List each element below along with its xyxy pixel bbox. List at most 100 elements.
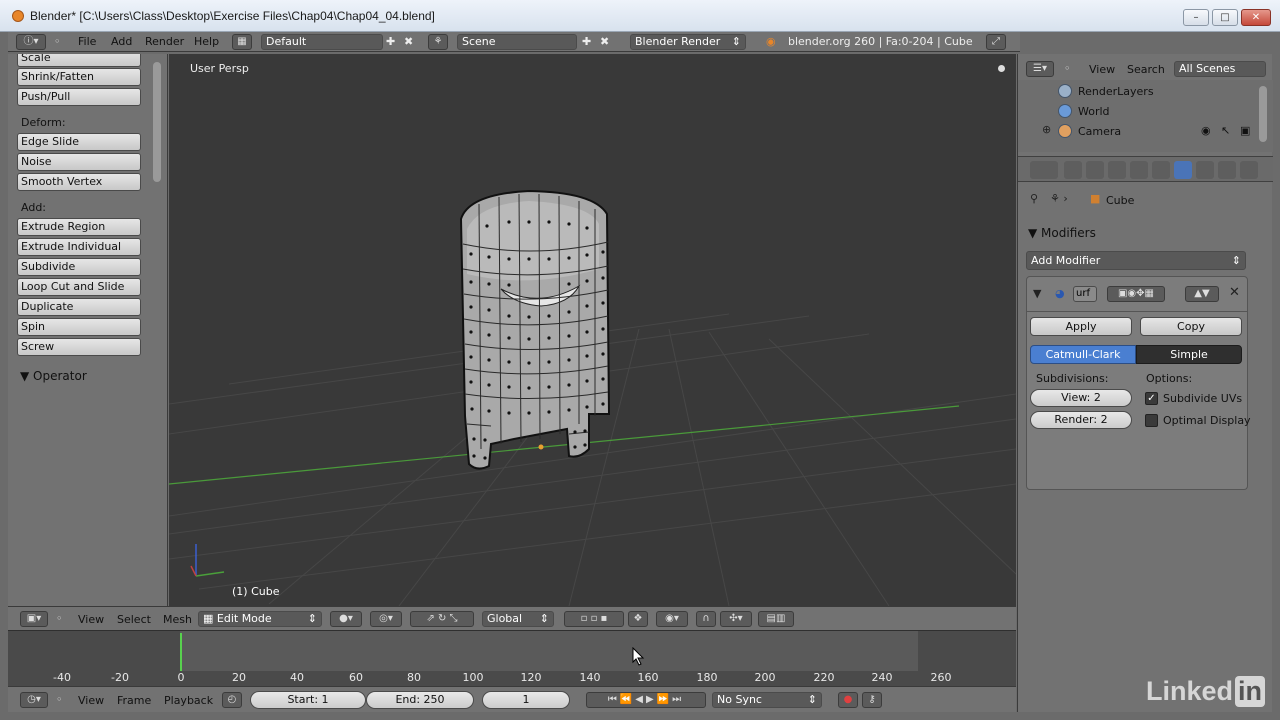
operator-panel-header[interactable]: ▼ Operator [8, 365, 158, 387]
add-scene-icon[interactable]: ✚ [582, 35, 591, 49]
tool-loop-cut-button[interactable]: Loop Cut and Slide [17, 278, 141, 296]
outliner-item-world[interactable]: World [1078, 105, 1110, 118]
view-levels-field[interactable]: View: 2 [1030, 389, 1132, 407]
menu-frame[interactable]: Frame [117, 694, 151, 707]
simple-option[interactable]: Simple [1136, 345, 1242, 364]
expand-plus-icon[interactable]: ⊕ [1042, 123, 1051, 137]
render-levels-field[interactable]: Render: 2 [1030, 411, 1132, 429]
close-button[interactable]: ✕ [1241, 9, 1271, 26]
outliner-filter-select[interactable]: All Scenes [1174, 61, 1266, 77]
end-frame-field[interactable]: End: 250 [366, 691, 474, 709]
editor-type-info-icon[interactable]: ⓘ▾ [16, 34, 46, 50]
copy-button[interactable]: Copy [1140, 317, 1242, 336]
optimal-display-checkbox[interactable] [1145, 414, 1158, 427]
collapse-menu-icon[interactable]: ◦ [56, 612, 63, 626]
3d-viewport[interactable]: User Persp (1) Cube [169, 54, 1016, 606]
preview-range-icon[interactable]: ◴ [222, 692, 242, 708]
tab-texture[interactable] [1240, 161, 1258, 179]
tab-material[interactable] [1218, 161, 1236, 179]
scene-icon[interactable]: ⚘ [428, 34, 448, 50]
transform-manipulator-icons[interactable]: ⇗ ↻ ⤡ [410, 611, 474, 627]
collapse-menu-icon[interactable]: ◦ [1064, 62, 1071, 76]
maximize-button[interactable]: □ [1212, 9, 1238, 26]
menu-playback[interactable]: Playback [164, 694, 213, 707]
interaction-mode-select[interactable]: ▦ Edit Mode ⇕ [198, 611, 322, 627]
menu-view[interactable]: View [1089, 63, 1115, 76]
tool-duplicate-button[interactable]: Duplicate [17, 298, 141, 316]
remove-modifier-icon[interactable]: ✕ [1229, 286, 1240, 300]
limit-selection-icon[interactable]: ❖ [628, 611, 648, 627]
tab-world[interactable] [1130, 161, 1148, 179]
screen-layout-field[interactable]: Default [261, 34, 383, 50]
editor-type-properties-icon[interactable] [1030, 161, 1058, 179]
menu-view[interactable]: View [78, 613, 104, 626]
cube-mesh[interactable] [459, 189, 611, 470]
tool-noise-button[interactable]: Noise [17, 153, 141, 171]
pin-icon[interactable]: ⚲ [1030, 192, 1038, 206]
modifier-move-up-down-icons[interactable]: ▲▼ [1185, 286, 1219, 302]
sync-mode-select[interactable]: No Sync ⇕ [712, 692, 822, 708]
tool-scale-button[interactable]: Scale [17, 54, 141, 67]
minimize-button[interactable]: – [1183, 9, 1209, 26]
editor-type-timeline-icon[interactable]: ◷▾ [20, 692, 48, 708]
tool-edge-slide-button[interactable]: Edge Slide [17, 133, 141, 151]
menu-file[interactable]: File [78, 35, 96, 48]
menu-select[interactable]: Select [117, 613, 151, 626]
tab-object[interactable] [1152, 161, 1170, 179]
collapse-menu-icon[interactable]: ◦ [56, 693, 63, 707]
tool-extrude-region-button[interactable]: Extrude Region [17, 218, 141, 236]
tool-smooth-vertex-button[interactable]: Smooth Vertex [17, 173, 141, 191]
tool-shrink-fatten-button[interactable]: Shrink/Fatten [17, 68, 141, 86]
visibility-eye-icon[interactable]: ◉ [1201, 124, 1211, 138]
menu-search[interactable]: Search [1127, 63, 1165, 76]
modifiers-panel-header[interactable]: ▼ Modifiers [1028, 226, 1096, 240]
editor-type-3dview-icon[interactable]: ▣▾ [20, 611, 48, 627]
menu-help[interactable]: Help [194, 35, 219, 48]
modifier-expand-icon[interactable]: ▼ [1033, 287, 1041, 301]
editor-type-outliner-icon[interactable]: ☰▾ [1026, 61, 1054, 77]
timeline-editor[interactable]: -40 -20 0 20 40 60 80 100 120 140 160 18… [8, 630, 1016, 686]
add-screen-icon[interactable]: ✚ [386, 35, 395, 49]
viewport-corner-widget[interactable] [998, 65, 1005, 72]
tab-modifiers[interactable] [1174, 161, 1192, 179]
tab-render-layers[interactable] [1086, 161, 1104, 179]
modifier-display-toggles[interactable]: ▣◉✥▦ [1107, 286, 1165, 302]
tool-shelf-scrollbar[interactable] [153, 62, 161, 182]
add-modifier-select[interactable]: Add Modifier ⇕ [1026, 251, 1246, 270]
keying-set-icon[interactable]: ⚷ [862, 692, 882, 708]
outliner-item-camera[interactable]: Camera [1078, 125, 1121, 138]
delete-scene-icon[interactable]: ✖ [600, 35, 609, 49]
selectability-cursor-icon[interactable]: ↖ [1221, 124, 1230, 138]
select-mode-icons[interactable]: ▫ ▫ ▪ [564, 611, 624, 627]
render-engine-select[interactable]: Blender Render ⇕ [630, 34, 746, 50]
renderability-camera-icon[interactable]: ▣ [1240, 124, 1250, 138]
screen-layout-icon[interactable]: ▦ [232, 34, 252, 50]
tab-data[interactable] [1196, 161, 1214, 179]
tool-extrude-individual-button[interactable]: Extrude Individual [17, 238, 141, 256]
menu-view[interactable]: View [78, 694, 104, 707]
subdivide-uvs-checkbox[interactable]: ✓ [1145, 392, 1158, 405]
outliner-scrollbar[interactable] [1259, 86, 1267, 142]
playback-controls-icons[interactable]: ⏮⏪◀▶⏩⏭ [586, 692, 706, 708]
timeline-playhead[interactable] [180, 633, 182, 671]
snap-element-icon[interactable]: ✣▾ [720, 611, 752, 627]
delete-screen-icon[interactable]: ✖ [404, 35, 413, 49]
fullscreen-icon[interactable]: ⤢ [986, 34, 1006, 50]
tool-screw-button[interactable]: Screw [17, 338, 141, 356]
tool-spin-button[interactable]: Spin [17, 318, 141, 336]
proportional-edit-icon[interactable]: ◉▾ [656, 611, 688, 627]
start-frame-field[interactable]: Start: 1 [250, 691, 366, 709]
scene-field[interactable]: Scene [457, 34, 577, 50]
tool-subdivide-button[interactable]: Subdivide [17, 258, 141, 276]
menu-render[interactable]: Render [145, 35, 184, 48]
current-frame-field[interactable]: 1 [482, 691, 570, 709]
menu-mesh[interactable]: Mesh [163, 613, 192, 626]
tool-push-pull-button[interactable]: Push/Pull [17, 88, 141, 106]
pivot-point-icon[interactable]: ◎▾ [370, 611, 402, 627]
collapse-menu-icon[interactable]: ◦ [54, 35, 61, 49]
snap-toggle-icon[interactable]: ∩ [696, 611, 716, 627]
outliner-item-renderlayers[interactable]: RenderLayers [1078, 85, 1154, 98]
catmull-clark-option[interactable]: Catmull-Clark [1030, 345, 1136, 364]
modifier-name-field[interactable]: urf [1073, 286, 1097, 302]
opengl-render-icons[interactable]: ▤▥ [758, 611, 794, 627]
